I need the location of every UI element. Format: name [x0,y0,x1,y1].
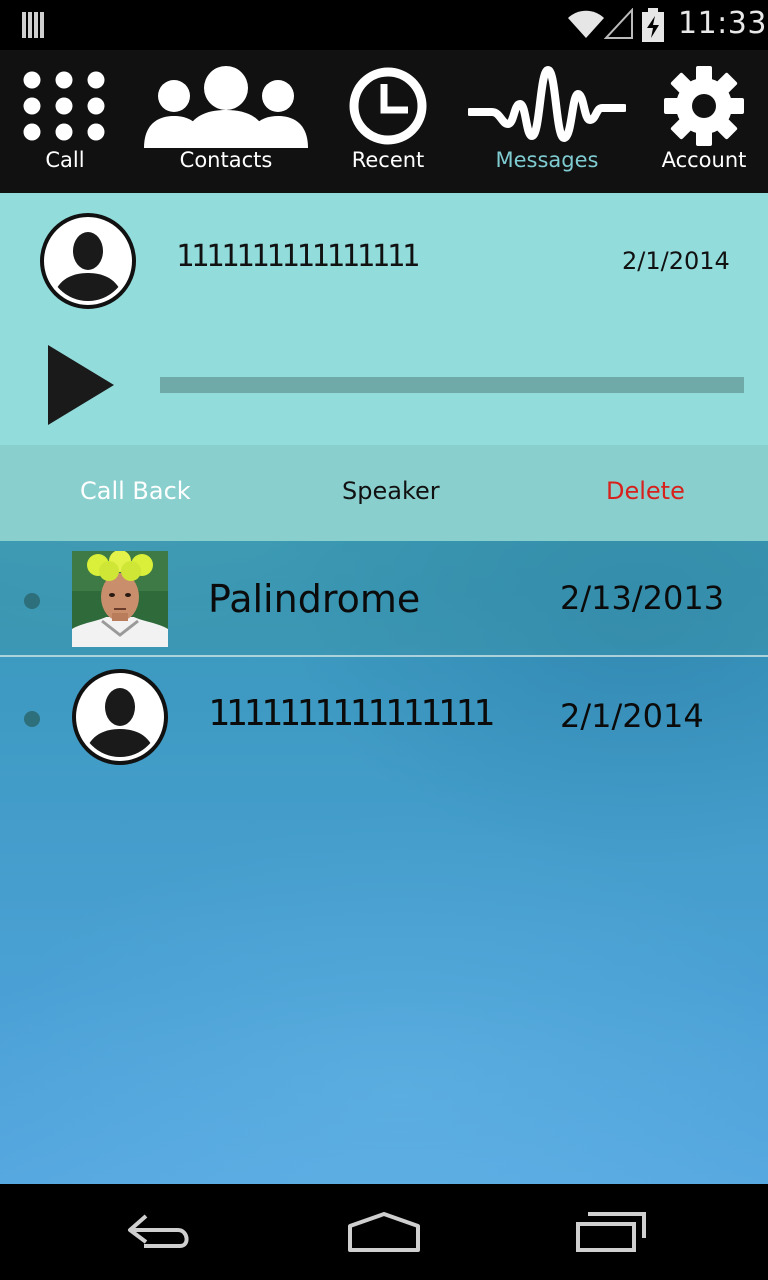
voicemail-actions: Call Back Speaker Delete [0,445,768,541]
playback-progress-bar[interactable] [160,377,744,393]
clock-time: 11:33 [678,6,767,41]
tab-call-label: Call [45,148,85,172]
cell-signal-icon [604,8,633,39]
expanded-caller-number: 1111111111111111 [176,239,420,274]
play-button[interactable] [46,343,116,427]
dialpad-icon [23,71,105,141]
speaker-button[interactable]: Speaker [342,477,440,505]
unread-indicator [24,593,40,609]
tab-call[interactable]: Call [0,50,130,193]
contact-photo [72,551,168,647]
clock-icon [349,67,427,145]
notification-bars-icon [22,12,48,38]
tab-account[interactable]: Account [648,50,760,193]
default-avatar-icon [72,669,168,765]
gear-icon [664,66,744,146]
list-item[interactable]: Palindrome 2/13/2013 [0,541,768,657]
list-item[interactable]: 1111111111111111 2/1/2014 [0,659,768,775]
status-bar: 11:33 [0,0,768,50]
wifi-icon [568,10,604,38]
unread-indicator [24,711,40,727]
message-date: 2/13/2013 [560,579,725,617]
contacts-icon [144,66,308,148]
system-navigation-bar [0,1184,768,1280]
tab-messages-label: Messages [495,148,599,172]
default-avatar-icon [40,213,136,309]
battery-charging-icon [642,8,664,42]
expanded-voicemail: 1111111111111111 2/1/2014 [0,193,768,445]
tab-contacts-label: Contacts [179,148,273,172]
tab-account-label: Account [661,148,747,172]
back-icon[interactable] [124,1208,196,1256]
call-back-button[interactable]: Call Back [80,477,191,505]
tab-contacts[interactable]: Contacts [140,50,312,193]
home-icon[interactable] [346,1208,422,1256]
messages-panel: 1111111111111111 2/1/2014 Call Back Spea… [0,193,768,1184]
tab-recent[interactable]: Recent [328,50,448,193]
delete-button[interactable]: Delete [606,477,685,505]
waveform-icon [468,66,626,142]
main-tab-bar: Call Contacts Recent Messages Account [0,50,768,193]
recent-apps-icon[interactable] [574,1208,648,1256]
message-date: 2/1/2014 [560,697,704,735]
tab-recent-label: Recent [351,148,425,172]
contact-number: 1111111111111111 [208,693,495,734]
expanded-date: 2/1/2014 [622,247,730,275]
contact-name: Palindrome [208,577,421,621]
tab-messages[interactable]: Messages [464,50,630,193]
